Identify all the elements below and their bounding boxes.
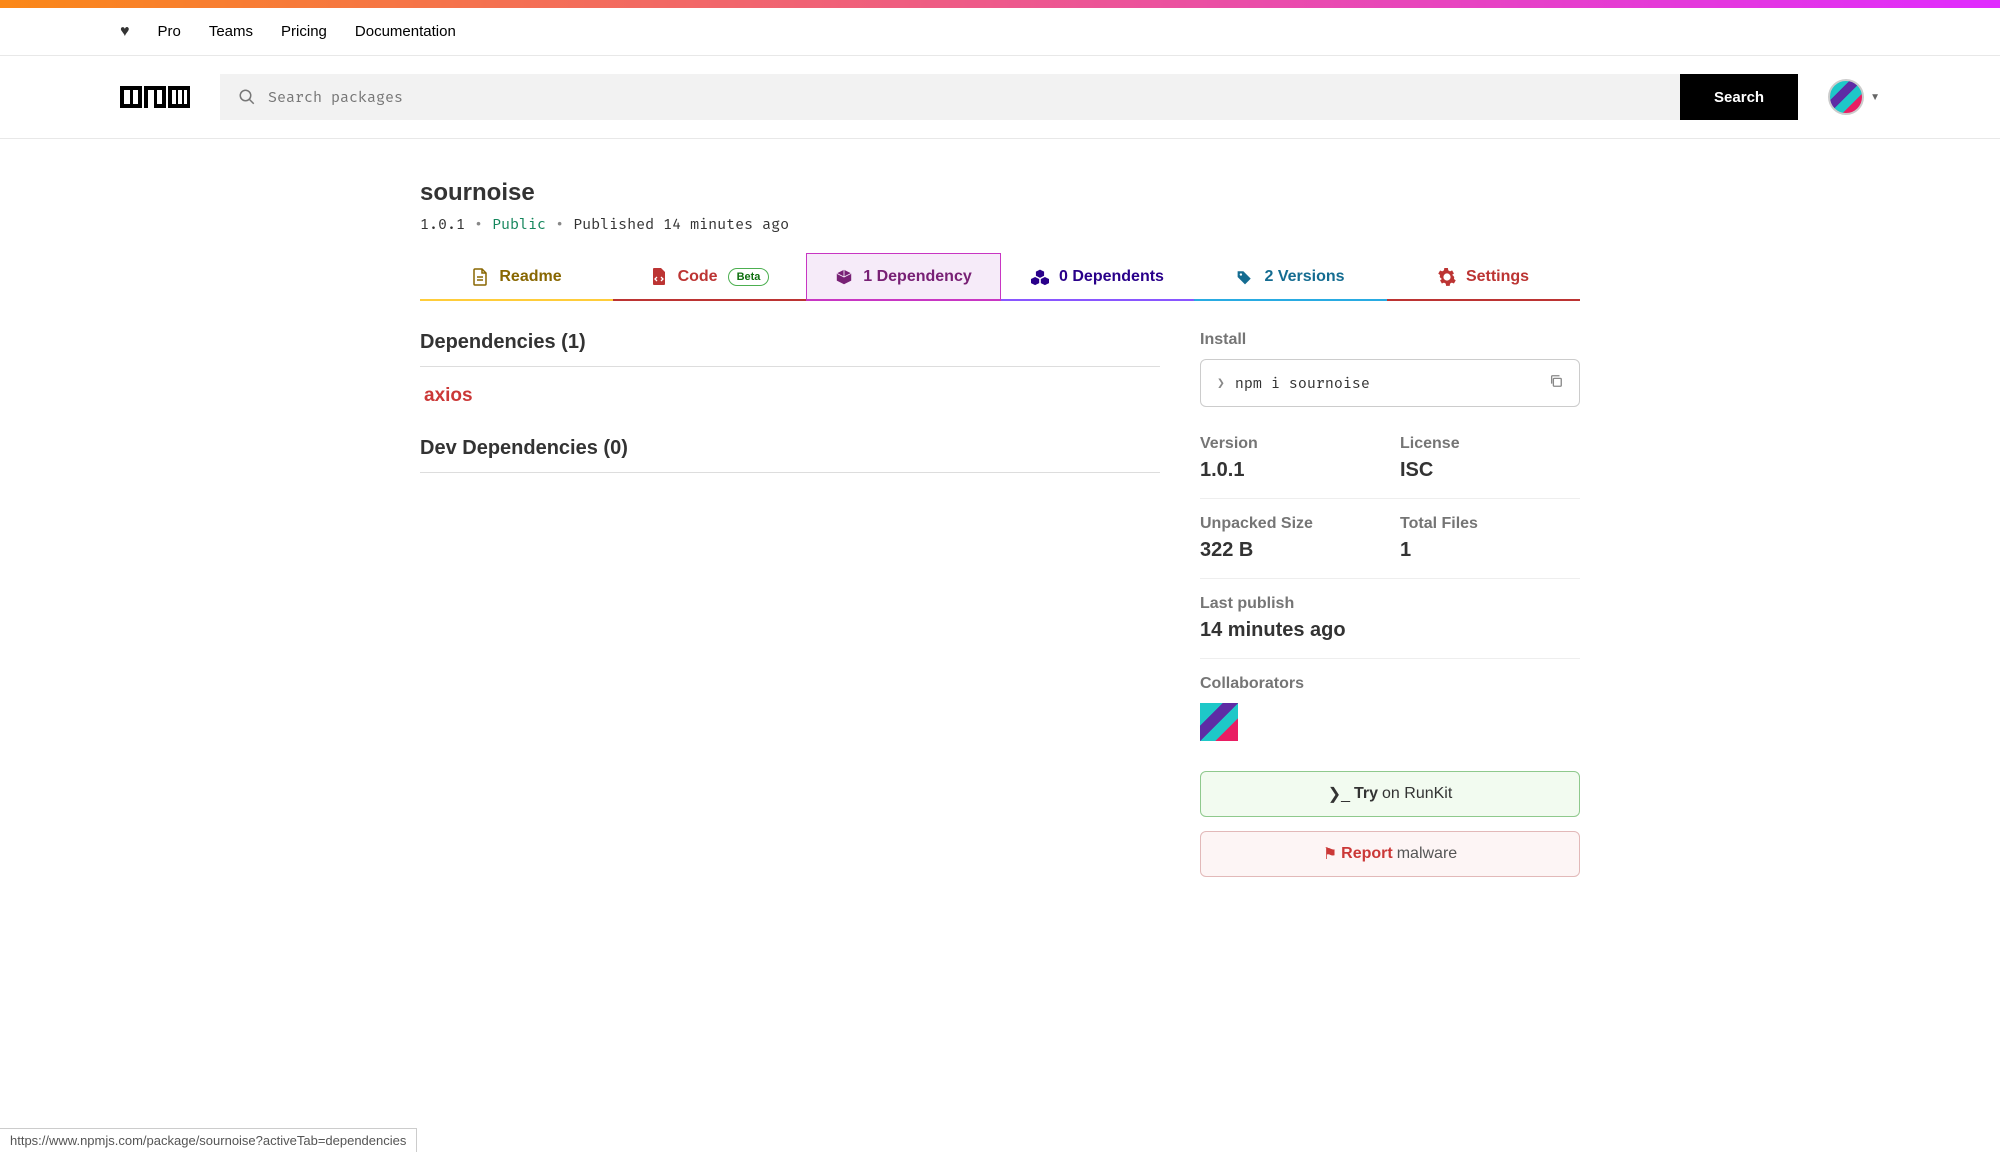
- tab-readme[interactable]: Readme: [420, 253, 613, 300]
- info-license: License ISC: [1400, 435, 1580, 482]
- collaborators: Collaborators: [1200, 659, 1580, 757]
- package-published: Published 14 minutes ago: [573, 215, 789, 233]
- info-size: Unpacked Size 322 B: [1200, 515, 1380, 562]
- runkit-rest: on RunKit: [1382, 785, 1452, 803]
- tab-settings[interactable]: Settings: [1387, 253, 1580, 300]
- tab-label: Settings: [1466, 268, 1529, 286]
- tab-versions[interactable]: 2 Versions: [1194, 253, 1387, 300]
- collab-label: Collaborators: [1200, 675, 1580, 693]
- deps-heading: Dependencies (1): [420, 331, 1160, 367]
- package-visibility: Public: [492, 215, 546, 233]
- collaborator-avatar[interactable]: [1200, 703, 1238, 741]
- info-files: Total Files 1: [1400, 515, 1580, 562]
- install-command: npm i sournoise: [1235, 374, 1370, 392]
- info-value: 14 minutes ago: [1200, 619, 1580, 642]
- tags-icon: [1236, 268, 1254, 286]
- tab-label: 0 Dependents: [1059, 268, 1164, 286]
- nav-pricing[interactable]: Pricing: [281, 23, 327, 40]
- boxes-icon: [1031, 268, 1049, 286]
- file-icon: [471, 268, 489, 286]
- beta-badge: Beta: [728, 268, 770, 286]
- nav-teams[interactable]: Teams: [209, 23, 253, 40]
- tab-dependency[interactable]: 1 Dependency: [806, 253, 1001, 300]
- left-column: Dependencies (1) axios Dev Dependencies …: [420, 331, 1160, 877]
- chevron-right-icon: ❯: [1217, 376, 1225, 391]
- info-label: License: [1400, 435, 1580, 453]
- tab-label: 2 Versions: [1264, 268, 1344, 286]
- report-malware-button[interactable]: ⚑Report malware: [1200, 831, 1580, 877]
- search-icon: [238, 88, 256, 106]
- code-file-icon: [650, 268, 668, 286]
- devdeps-heading: Dev Dependencies (0): [420, 437, 1160, 473]
- info-lastpub: Last publish 14 minutes ago: [1200, 595, 1580, 642]
- info-version: Version 1.0.1: [1200, 435, 1380, 482]
- box-icon: [835, 268, 853, 286]
- info-label: Last publish: [1200, 595, 1580, 613]
- install-box[interactable]: ❯ npm i sournoise: [1200, 359, 1580, 407]
- info-value: ISC: [1400, 459, 1580, 482]
- search-form: Search: [220, 74, 1798, 120]
- terminal-icon: ❯_: [1328, 784, 1350, 804]
- info-label: Unpacked Size: [1200, 515, 1380, 533]
- sidebar: Install ❯ npm i sournoise Version 1.0.1 …: [1200, 331, 1580, 877]
- package-version: 1.0.1: [420, 215, 465, 233]
- runkit-try: Try: [1354, 785, 1378, 803]
- tab-dependents[interactable]: 0 Dependents: [1001, 253, 1194, 300]
- copy-icon[interactable]: [1549, 374, 1563, 392]
- content-area: Dependencies (1) axios Dev Dependencies …: [420, 331, 1580, 877]
- try-runkit-button[interactable]: ❯_Try on RunKit: [1200, 771, 1580, 817]
- tabs: Readme Code Beta 1 Dependency 0 Dependen…: [420, 253, 1580, 301]
- search-bar: Search ▼: [0, 56, 2000, 139]
- install-label: Install: [1200, 331, 1580, 349]
- info-row-size-files: Unpacked Size 322 B Total Files 1: [1200, 499, 1580, 579]
- npm-logo-icon: [120, 86, 190, 108]
- info-value: 1: [1400, 539, 1580, 562]
- package-meta: 1.0.1 • Public • Published 14 minutes ag…: [420, 215, 1580, 233]
- search-button[interactable]: Search: [1680, 74, 1798, 120]
- user-menu[interactable]: ▼: [1828, 79, 1880, 115]
- package-title: sournoise: [420, 179, 1580, 207]
- dot-sep: •: [555, 215, 573, 233]
- avatar: [1828, 79, 1864, 115]
- info-row-lastpub: Last publish 14 minutes ago: [1200, 579, 1580, 659]
- dot-sep: •: [474, 215, 492, 233]
- gradient-bar: [0, 0, 2000, 8]
- tab-label: Readme: [499, 268, 561, 286]
- gear-icon: [1438, 268, 1456, 286]
- nav-documentation[interactable]: Documentation: [355, 23, 456, 40]
- report-label: Report: [1341, 845, 1393, 863]
- report-rest: malware: [1397, 845, 1457, 863]
- heart-icon[interactable]: ♥: [120, 23, 130, 41]
- search-input[interactable]: [256, 74, 1662, 120]
- status-bar-url: https://www.npmjs.com/package/sournoise?…: [0, 1128, 417, 1152]
- flag-icon: ⚑: [1323, 844, 1337, 864]
- tab-code[interactable]: Code Beta: [613, 253, 806, 300]
- info-label: Version: [1200, 435, 1380, 453]
- dep-link-axios[interactable]: axios: [424, 385, 473, 407]
- search-input-wrap: [220, 74, 1680, 120]
- tab-label: 1 Dependency: [863, 268, 971, 286]
- info-value: 1.0.1: [1200, 459, 1380, 482]
- top-nav: ♥ Pro Teams Pricing Documentation: [0, 8, 2000, 56]
- nav-pro[interactable]: Pro: [158, 23, 181, 40]
- chevron-down-icon: ▼: [1870, 92, 1880, 103]
- npm-logo[interactable]: [120, 86, 190, 108]
- tab-label: Code: [678, 268, 718, 286]
- info-row-version-license: Version 1.0.1 License ISC: [1200, 435, 1580, 499]
- info-label: Total Files: [1400, 515, 1580, 533]
- main-content: sournoise 1.0.1 • Public • Published 14 …: [300, 139, 1700, 877]
- info-value: 322 B: [1200, 539, 1380, 562]
